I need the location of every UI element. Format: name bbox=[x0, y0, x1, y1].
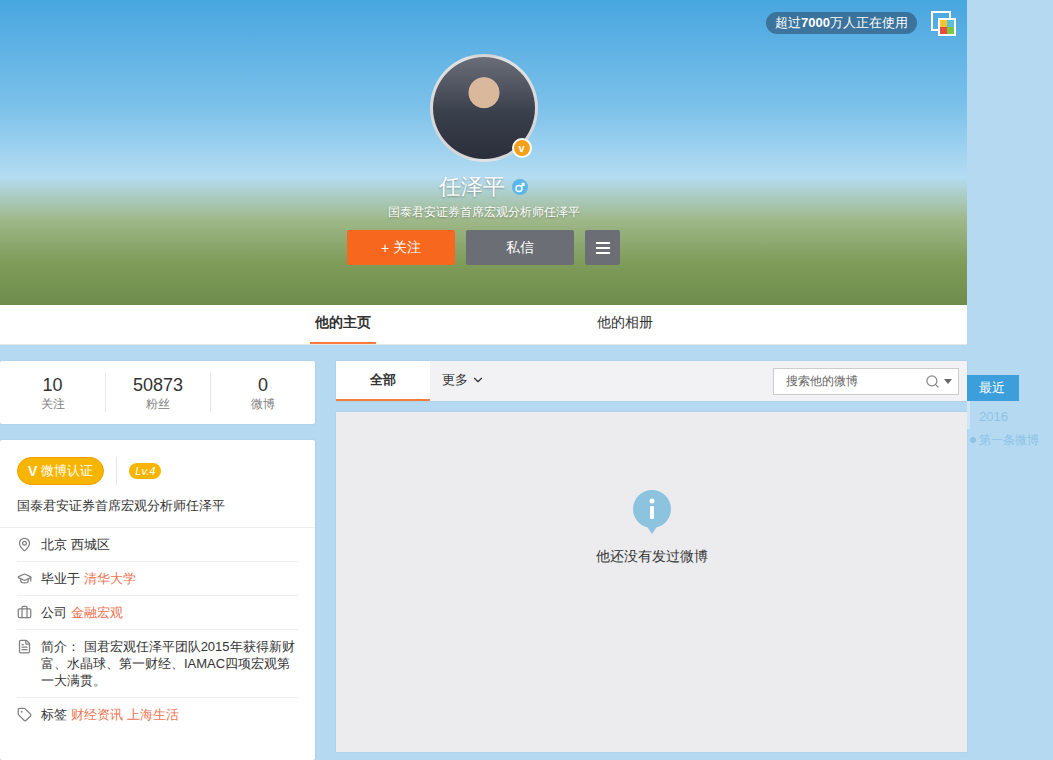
menu-icon bbox=[596, 242, 610, 254]
profile-tab[interactable]: 他的相册 bbox=[592, 305, 658, 344]
follow-button[interactable]: +关注 bbox=[347, 230, 455, 265]
info-link[interactable]: 财经资讯 bbox=[71, 707, 123, 722]
info-icon bbox=[632, 490, 672, 534]
verified-description: 国泰君安证券首席宏观分析师任泽平 bbox=[0, 485, 315, 528]
main-column: 超过7000万人正在使用 v 任泽平国泰君安证券首席宏观分析师任泽平 +关注私信他的主… bbox=[0, 0, 967, 760]
badge-row: V微博认证 Lv.4 bbox=[17, 457, 298, 485]
intro-icon bbox=[17, 639, 32, 654]
feed-tab[interactable]: 全部 bbox=[336, 361, 430, 401]
info-link[interactable]: 金融宏观 bbox=[71, 605, 123, 620]
info-row: 简介： 国君宏观任泽平团队2015年获得新财富、水晶球、第一财经、IAMAC四项… bbox=[17, 630, 298, 698]
user-count-badge: 超过7000万人正在使用 bbox=[766, 12, 917, 34]
dot-icon bbox=[970, 437, 976, 443]
stats-card: 10关注50873粉丝0微博 bbox=[0, 361, 315, 424]
stat-label: 关注 bbox=[41, 396, 65, 412]
message-button[interactable]: 私信 bbox=[466, 230, 574, 265]
verified-label[interactable]: V微博认证 bbox=[17, 457, 104, 485]
profile-page: 超过7000万人正在使用 v 任泽平国泰君安证券首席宏观分析师任泽平 +关注私信他的主… bbox=[0, 0, 1053, 760]
stat-label: 粉丝 bbox=[146, 396, 170, 412]
skin-icon[interactable] bbox=[930, 10, 958, 38]
profile-tab[interactable]: 他的主页 bbox=[310, 305, 376, 344]
stat[interactable]: 0微博 bbox=[210, 373, 315, 412]
info-text: 毕业于清华大学 bbox=[41, 570, 298, 587]
school-icon bbox=[17, 571, 32, 586]
male-icon bbox=[512, 179, 528, 195]
info-row: 北京 西城区 bbox=[17, 528, 298, 562]
stat-value: 0 bbox=[258, 374, 268, 396]
profile-tabs: 他的主页 他的相册 bbox=[0, 305, 967, 345]
tags-icon bbox=[17, 707, 32, 722]
stat[interactable]: 50873粉丝 bbox=[105, 373, 210, 412]
timeline-item[interactable]: 2016 bbox=[967, 401, 1017, 429]
info-text: 公司金融宏观 bbox=[41, 604, 298, 621]
content: 10关注50873粉丝0微博V微博认证Lv.4国泰君安证券首席宏观分析师任泽平北… bbox=[0, 345, 967, 760]
info-text: 简介： 国君宏观任泽平团队2015年获得新财富、水晶球、第一财经、IAMAC四项… bbox=[41, 638, 298, 689]
cover: 超过7000万人正在使用 v 任泽平国泰君安证券首席宏观分析师任泽平 +关注私信 bbox=[0, 0, 967, 305]
verified-badge: v bbox=[512, 138, 532, 158]
avatar-wrap: v bbox=[430, 54, 538, 162]
info-row: 公司金融宏观 bbox=[17, 596, 298, 630]
timeline-item[interactable]: 最近 bbox=[967, 375, 1019, 401]
search-input[interactable] bbox=[784, 373, 921, 389]
stat-label: 微博 bbox=[251, 396, 275, 412]
info-row: 毕业于清华大学 bbox=[17, 562, 298, 596]
caret-icon[interactable] bbox=[944, 379, 952, 384]
stat-value: 10 bbox=[42, 374, 62, 396]
menu-button[interactable] bbox=[585, 230, 620, 265]
stat[interactable]: 10关注 bbox=[0, 373, 105, 412]
info-link[interactable]: 上海生活 bbox=[127, 707, 179, 722]
location-icon bbox=[17, 537, 32, 552]
level-badge[interactable]: Lv.4 bbox=[129, 463, 161, 479]
timeline: 最近2016第一条微博 bbox=[967, 0, 1053, 760]
info-link[interactable]: 清华大学 bbox=[84, 571, 136, 586]
feed: 全部更多他还没有发过微博 bbox=[336, 361, 967, 760]
info-row: 标签财经资讯上海生活 bbox=[17, 698, 298, 731]
info-text: 北京 西城区 bbox=[41, 536, 298, 553]
feed-bar: 全部更多 bbox=[336, 361, 967, 401]
feed-tab[interactable]: 更多 bbox=[430, 361, 496, 401]
info-card: V微博认证 Lv.4 国泰君安证券首席宏观分析师任泽平北京 西城区毕业于清华大学公司… bbox=[0, 440, 315, 760]
company-icon bbox=[17, 605, 32, 620]
user-subtitle: 国泰君安证券首席宏观分析师任泽平 bbox=[388, 204, 580, 220]
action-row: +关注私信 bbox=[347, 230, 620, 265]
user-name: 任泽平 bbox=[439, 172, 505, 202]
info-text: 标签财经资讯上海生活 bbox=[41, 706, 298, 723]
stat-value: 50873 bbox=[133, 374, 183, 396]
name-row: 任泽平 bbox=[439, 172, 528, 202]
chevron-down-icon bbox=[471, 373, 485, 387]
search-icon[interactable] bbox=[925, 374, 940, 389]
left-column: 10关注50873粉丝0微博V微博认证Lv.4国泰君安证券首席宏观分析师任泽平北… bbox=[0, 361, 315, 760]
divider bbox=[116, 457, 117, 485]
empty-state: 他还没有发过微博 bbox=[336, 412, 967, 752]
search-box bbox=[773, 368, 959, 395]
timeline-item[interactable]: 第一条微博 bbox=[967, 429, 1039, 451]
empty-text: 他还没有发过微博 bbox=[596, 548, 708, 566]
